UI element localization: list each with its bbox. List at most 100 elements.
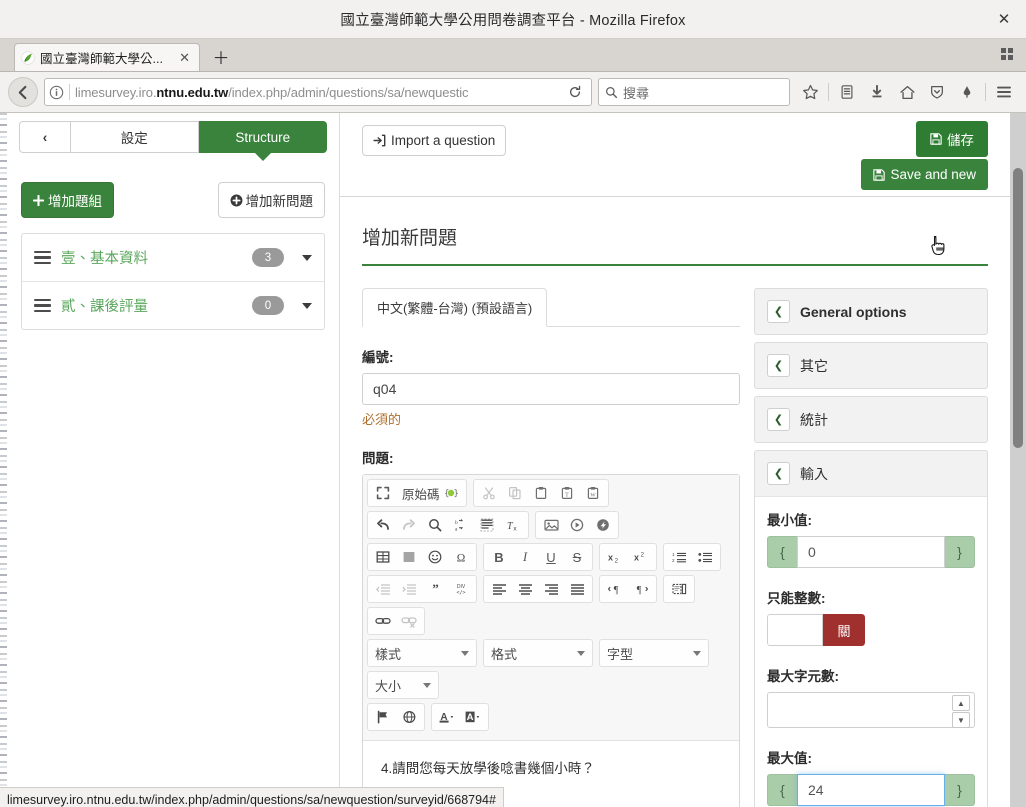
save-and-new-button[interactable]: Save and new bbox=[861, 159, 988, 190]
save-button[interactable]: 儲存 bbox=[916, 121, 988, 157]
accordion-header-input[interactable]: ❮ 輸入 bbox=[755, 451, 987, 496]
import-question-button[interactable]: Import a question bbox=[362, 125, 507, 156]
bookmark-star-icon[interactable] bbox=[796, 78, 824, 106]
text-color-icon[interactable]: A bbox=[434, 705, 460, 729]
maximize-icon[interactable] bbox=[370, 481, 396, 505]
chevron-down-icon[interactable] bbox=[302, 254, 312, 261]
globe-icon[interactable] bbox=[396, 705, 422, 729]
format-dropdown[interactable]: 格式 bbox=[483, 639, 593, 667]
tab-settings[interactable]: 設定 bbox=[71, 121, 199, 153]
reload-icon[interactable] bbox=[563, 80, 587, 104]
redo-icon[interactable] bbox=[396, 513, 422, 537]
accordion-header-statistics[interactable]: ❮ 統計 bbox=[755, 397, 987, 442]
hamburger-menu-icon[interactable] bbox=[990, 78, 1018, 106]
special-char-icon[interactable]: Ω bbox=[448, 545, 474, 569]
toggle-off-track[interactable] bbox=[767, 614, 823, 646]
bulleted-list-icon[interactable] bbox=[692, 545, 718, 569]
tab-structure[interactable]: Structure bbox=[198, 121, 327, 153]
drag-handle-icon[interactable] bbox=[34, 298, 51, 313]
undo-icon[interactable] bbox=[370, 513, 396, 537]
link-icon[interactable] bbox=[370, 609, 396, 633]
chevron-down-icon[interactable] bbox=[302, 302, 312, 309]
styles-dropdown[interactable]: 樣式 bbox=[367, 639, 477, 667]
underline-icon[interactable]: U bbox=[538, 545, 564, 569]
add-question-button[interactable]: 增加新問題 bbox=[217, 182, 325, 218]
horizontal-rule-icon[interactable] bbox=[396, 545, 422, 569]
cut-icon[interactable] bbox=[476, 481, 502, 505]
integer-only-toggle[interactable]: 關 bbox=[767, 614, 865, 646]
page-scrollbar[interactable] bbox=[1010, 113, 1026, 807]
size-dropdown[interactable]: 大小 bbox=[367, 671, 439, 699]
drag-handle-icon[interactable] bbox=[34, 250, 51, 265]
stepper-down-icon[interactable]: ▼ bbox=[952, 712, 970, 728]
paste-icon[interactable] bbox=[528, 481, 554, 505]
window-close-button[interactable]: ✕ bbox=[992, 7, 1016, 31]
group-row-2[interactable]: 貳、課後評量 0 bbox=[22, 282, 324, 329]
browser-tab[interactable]: 國立臺灣師範大學公... ✕ bbox=[14, 43, 200, 71]
url-bar[interactable]: limesurvey.iro.ntnu.edu.tw/index.php/adm… bbox=[44, 78, 592, 106]
home-icon[interactable] bbox=[893, 78, 921, 106]
stepper-up-icon[interactable]: ▲ bbox=[952, 695, 970, 711]
show-blocks-icon[interactable] bbox=[666, 577, 692, 601]
strikethrough-icon[interactable]: S bbox=[564, 545, 590, 569]
table-icon[interactable] bbox=[370, 545, 396, 569]
code-input[interactable] bbox=[362, 373, 740, 405]
new-tab-button[interactable]: ＋ bbox=[208, 43, 234, 69]
list-all-tabs-icon[interactable] bbox=[996, 43, 1018, 65]
accordion-header-general[interactable]: ❮ General options bbox=[755, 289, 987, 334]
numbered-list-icon[interactable]: 12 bbox=[666, 545, 692, 569]
min-value-input[interactable] bbox=[797, 536, 945, 568]
find-icon[interactable] bbox=[422, 513, 448, 537]
search-bar[interactable]: 搜尋 bbox=[598, 78, 790, 106]
flash-icon[interactable] bbox=[590, 513, 616, 537]
max-value-input[interactable] bbox=[797, 774, 945, 806]
align-right-icon[interactable] bbox=[538, 577, 564, 601]
paste-word-icon[interactable]: W bbox=[580, 481, 606, 505]
ltr-icon[interactable]: ¶ bbox=[602, 577, 628, 601]
div-container-icon[interactable]: DIV </> bbox=[448, 577, 474, 601]
group-name[interactable]: 壹、基本資料 bbox=[61, 247, 242, 268]
page-info-icon[interactable] bbox=[49, 85, 64, 100]
media-icon[interactable] bbox=[564, 513, 590, 537]
replace-icon[interactable]: ba bbox=[448, 513, 474, 537]
paste-text-icon[interactable]: T bbox=[554, 481, 580, 505]
group-row-1[interactable]: 壹、基本資料 3 bbox=[22, 234, 324, 282]
image-icon[interactable] bbox=[538, 513, 564, 537]
group-name[interactable]: 貳、課後評量 bbox=[61, 295, 242, 316]
italic-icon[interactable]: I bbox=[512, 545, 538, 569]
superscript-icon[interactable]: x2 bbox=[628, 545, 654, 569]
flag-icon[interactable] bbox=[370, 705, 396, 729]
toggle-state-label[interactable]: 關 bbox=[823, 614, 865, 646]
add-group-button[interactable]: 增加題組 bbox=[21, 182, 114, 218]
justify-icon[interactable] bbox=[564, 577, 590, 601]
remove-format-icon[interactable]: Tx bbox=[500, 513, 526, 537]
max-chars-input[interactable] bbox=[767, 692, 975, 728]
bg-color-icon[interactable]: A bbox=[460, 705, 486, 729]
blockquote-icon[interactable]: ” bbox=[422, 577, 448, 601]
shield-icon[interactable] bbox=[923, 78, 951, 106]
font-dropdown[interactable]: 字型 bbox=[599, 639, 709, 667]
tab-close-icon[interactable]: ✕ bbox=[176, 50, 193, 66]
import-icon bbox=[373, 134, 386, 147]
unlink-icon[interactable] bbox=[396, 609, 422, 633]
editor-row-6: 樣式 格式 字型 bbox=[367, 639, 735, 667]
outdent-icon[interactable] bbox=[370, 577, 396, 601]
scrollbar-thumb[interactable] bbox=[1013, 168, 1023, 448]
adblock-icon[interactable] bbox=[953, 78, 981, 106]
copy-icon[interactable] bbox=[502, 481, 528, 505]
library-icon[interactable] bbox=[833, 78, 861, 106]
smiley-icon[interactable] bbox=[422, 545, 448, 569]
accordion-header-other[interactable]: ❮ 其它 bbox=[755, 343, 987, 388]
align-center-icon[interactable] bbox=[512, 577, 538, 601]
back-button-icon[interactable] bbox=[8, 77, 38, 107]
indent-icon[interactable] bbox=[396, 577, 422, 601]
source-code-button[interactable]: 原始碼 {} bbox=[396, 481, 464, 505]
downloads-icon[interactable] bbox=[863, 78, 891, 106]
sidebar-collapse-button[interactable]: ‹ bbox=[19, 121, 71, 153]
bold-icon[interactable]: B bbox=[486, 545, 512, 569]
tab-language-default[interactable]: 中文(繁體-台灣) (預設語言) bbox=[362, 288, 548, 327]
rtl-icon[interactable]: ¶ bbox=[628, 577, 654, 601]
align-left-icon[interactable] bbox=[486, 577, 512, 601]
subscript-icon[interactable]: x2 bbox=[602, 545, 628, 569]
select-all-icon[interactable] bbox=[474, 513, 500, 537]
